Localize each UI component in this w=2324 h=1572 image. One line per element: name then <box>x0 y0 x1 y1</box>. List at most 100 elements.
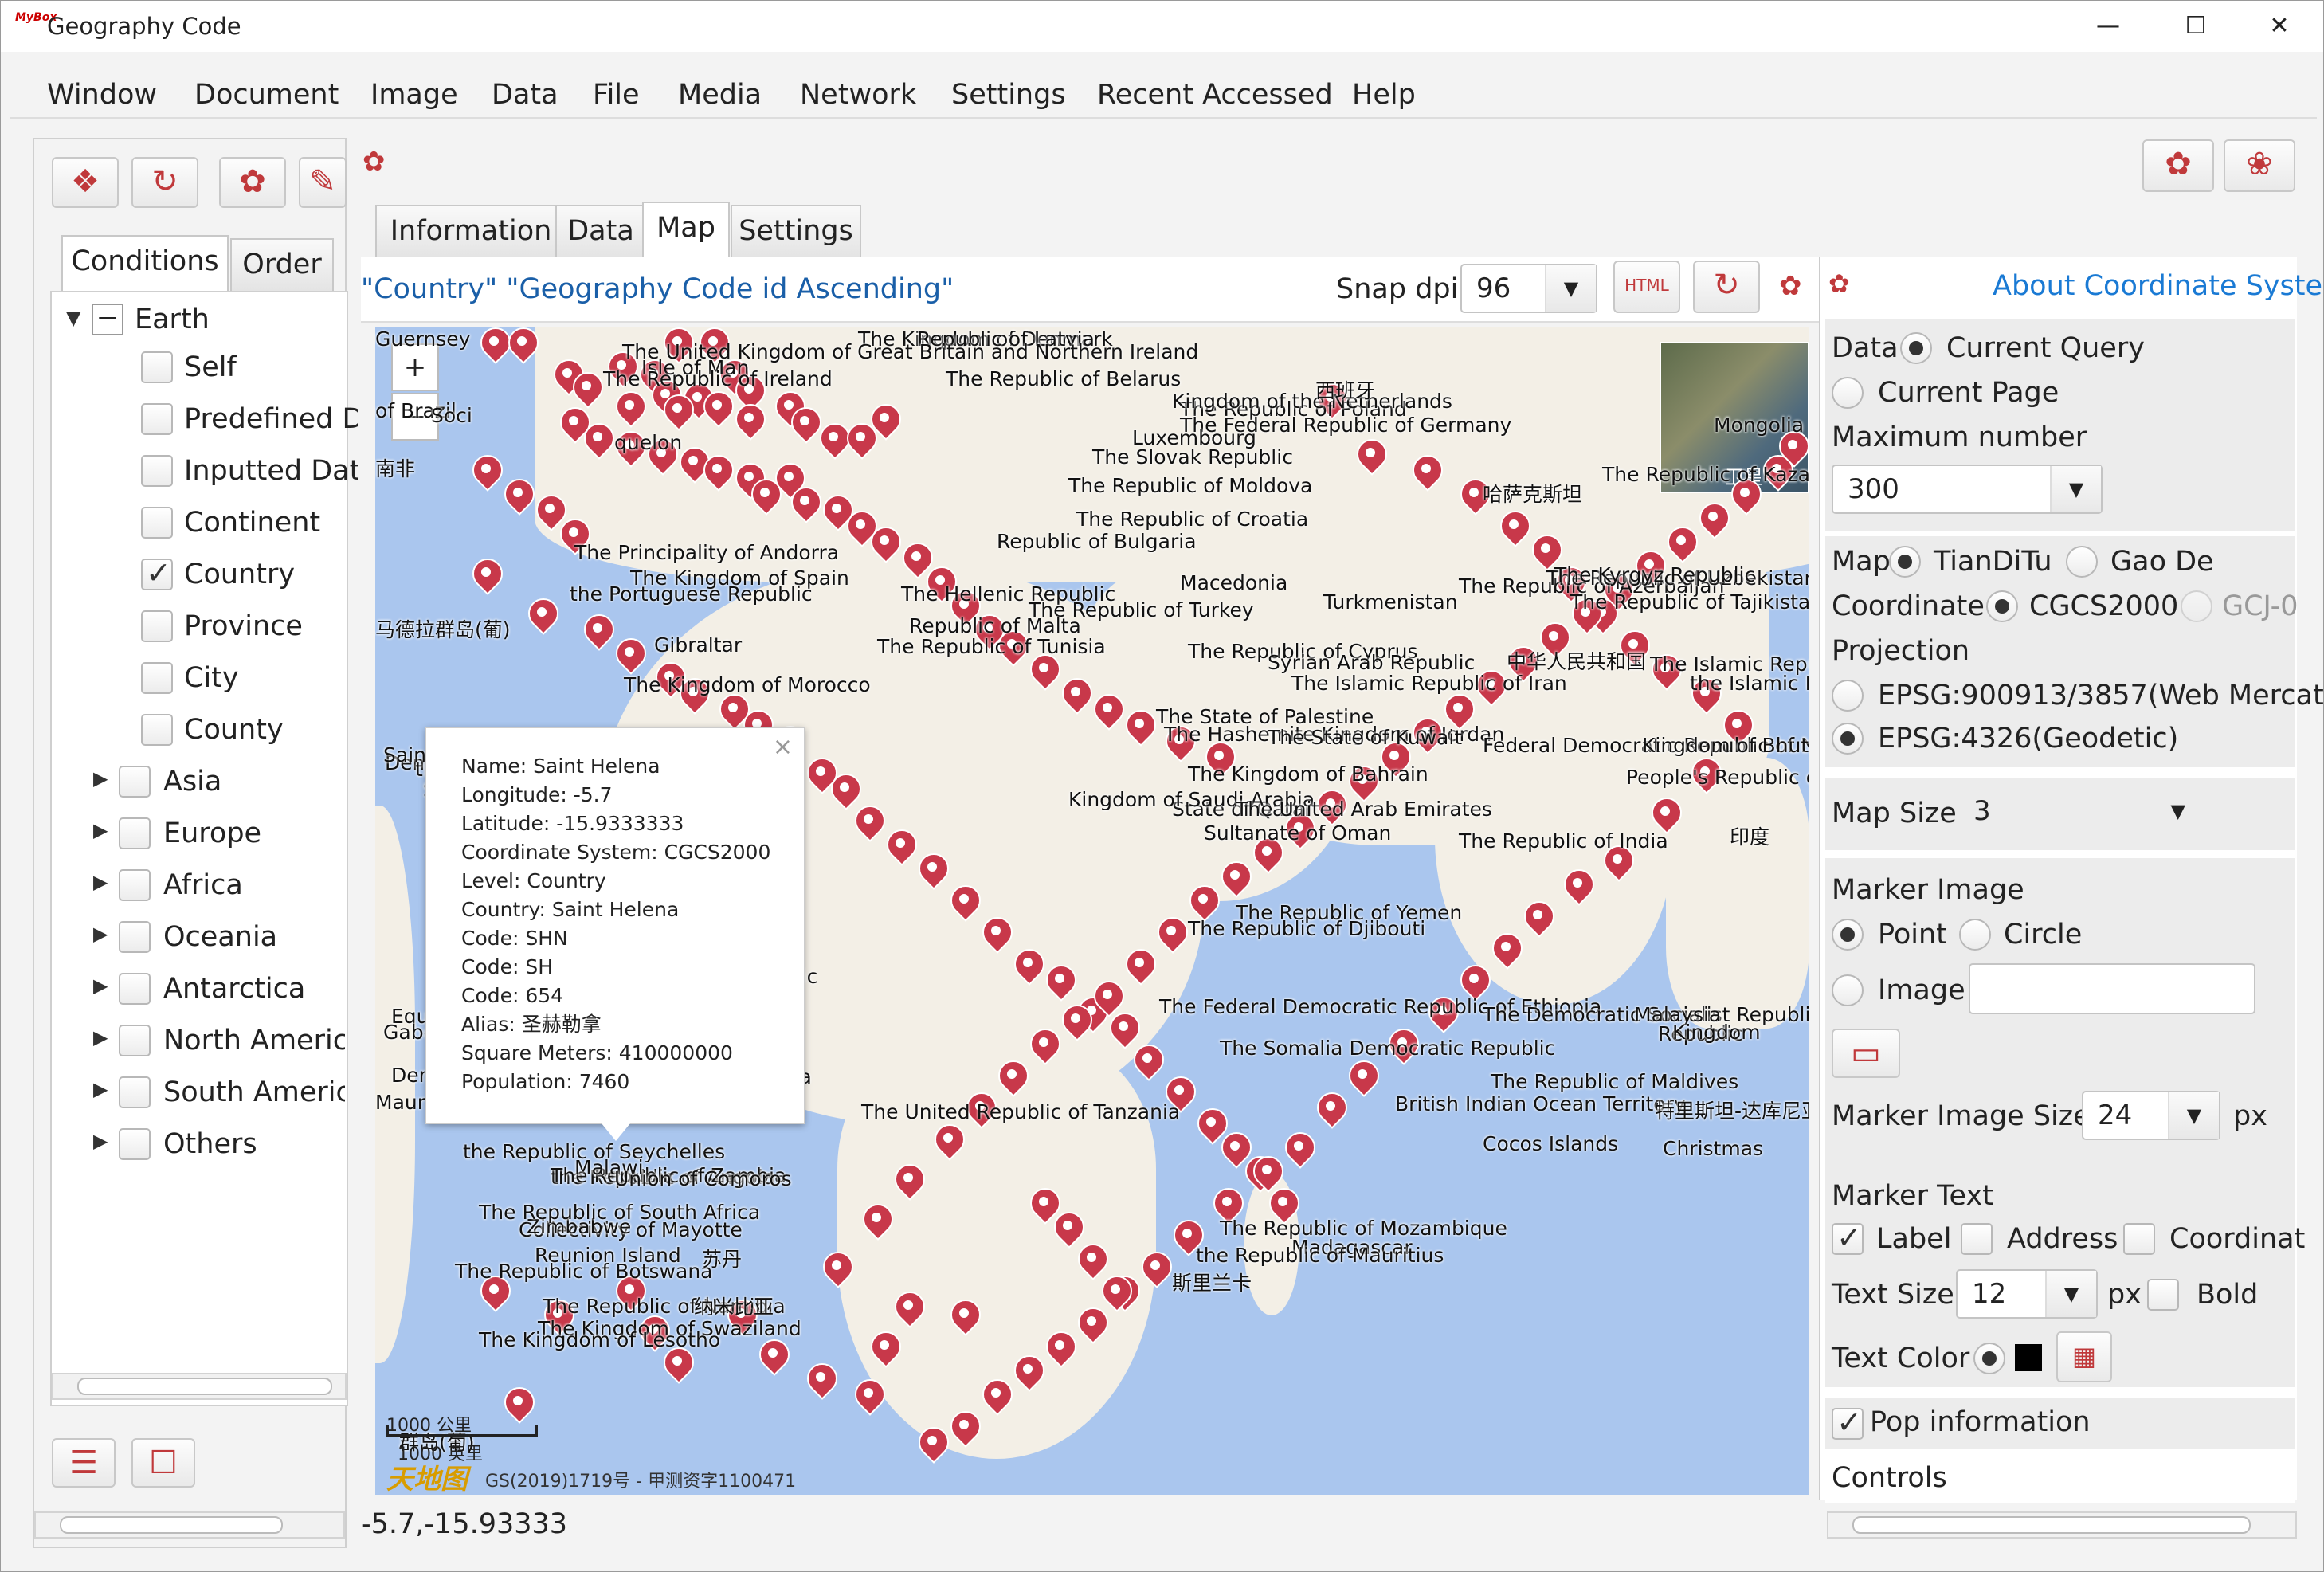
others-checkbox[interactable] <box>119 1128 151 1160</box>
menu-settings[interactable]: Settings <box>951 77 1066 112</box>
location-marker-icon[interactable] <box>861 1204 892 1244</box>
menu-data[interactable]: Data <box>492 77 558 112</box>
tianditu-radio[interactable] <box>1889 546 1921 578</box>
europe-checkbox[interactable] <box>119 817 151 849</box>
location-marker-icon[interactable] <box>805 1363 836 1403</box>
current-query-radio[interactable] <box>1900 332 1932 364</box>
location-marker-icon[interactable] <box>1140 1252 1170 1292</box>
maximize-button[interactable]: ☐ <box>2152 1 2240 52</box>
location-marker-icon[interactable] <box>702 455 732 495</box>
expand-arrow-icon[interactable]: ▶ <box>93 1078 108 1100</box>
location-marker-icon[interactable] <box>758 1339 788 1379</box>
location-marker-icon[interactable] <box>885 829 915 869</box>
location-marker-icon[interactable] <box>1355 439 1385 479</box>
tree-h-scrollbar[interactable] <box>52 1373 347 1400</box>
location-marker-icon[interactable] <box>527 598 557 638</box>
location-marker-icon[interactable] <box>571 372 602 412</box>
africa-checkbox[interactable] <box>119 869 151 901</box>
location-marker-icon[interactable] <box>893 1292 923 1331</box>
location-marker-icon[interactable] <box>471 455 501 495</box>
about-coordinate-link[interactable]: About Coordinate Syste <box>1993 269 2322 304</box>
location-marker-icon[interactable] <box>1044 1331 1075 1371</box>
location-marker-icon[interactable] <box>818 423 848 463</box>
popup-close-button[interactable]: × <box>773 733 793 762</box>
expand-arrow-icon[interactable]: ▶ <box>93 819 108 841</box>
tab-settings[interactable]: Settings <box>731 205 861 257</box>
coordinate-checkbox[interactable] <box>2123 1223 2155 1255</box>
refresh-map-icon[interactable]: ↻ <box>1693 261 1760 313</box>
expand-arrow-icon[interactable]: ▶ <box>93 767 108 790</box>
select-none-icon[interactable]: ☐ <box>131 1438 195 1488</box>
location-marker-icon[interactable] <box>662 394 692 434</box>
location-marker-icon[interactable] <box>582 614 613 654</box>
image-radio[interactable] <box>1832 974 1864 1006</box>
location-marker-icon[interactable] <box>1029 1029 1059 1068</box>
minimize-button[interactable]: — <box>2064 1 2152 52</box>
self-checkbox[interactable] <box>141 351 173 383</box>
location-marker-icon[interactable] <box>821 1252 852 1292</box>
folder-icon[interactable]: ▭ <box>1832 1029 1900 1078</box>
inputted-checkbox[interactable] <box>141 455 173 487</box>
epsg-3857-radio[interactable] <box>1832 680 1864 712</box>
location-marker-icon[interactable] <box>949 885 979 925</box>
tab-conditions[interactable]: Conditions <box>61 235 229 291</box>
lotus-small-icon[interactable]: ✿ <box>1779 270 1802 302</box>
cgcs2000-radio[interactable] <box>1986 590 2018 622</box>
lotus-dark-icon[interactable]: ✿ <box>2142 139 2214 192</box>
location-marker-icon[interactable] <box>790 487 820 527</box>
location-marker-icon[interactable] <box>981 917 1011 957</box>
lotus-small-icon[interactable]: ✿ <box>363 146 386 178</box>
text-color-radio[interactable] <box>1973 1343 2005 1374</box>
location-marker-icon[interactable] <box>734 404 764 444</box>
location-marker-icon[interactable] <box>1013 1355 1043 1395</box>
gaode-radio[interactable] <box>2066 546 2098 578</box>
location-marker-icon[interactable] <box>1411 455 1441 495</box>
close-button[interactable]: ✕ <box>2236 1 2323 52</box>
location-marker-icon[interactable] <box>479 327 509 367</box>
expand-arrow-icon[interactable]: ▶ <box>93 1026 108 1049</box>
expand-arrow-icon[interactable]: ▶ <box>93 923 108 945</box>
menu-image[interactable]: Image <box>370 77 458 112</box>
location-marker-icon[interactable] <box>1156 917 1186 957</box>
location-marker-icon[interactable] <box>1100 1276 1131 1315</box>
menu-recent-accessed[interactable]: Recent Accessed <box>1097 77 1333 112</box>
location-marker-icon[interactable] <box>1562 869 1593 909</box>
north-america-checkbox[interactable] <box>119 1025 151 1056</box>
circle-radio[interactable] <box>1959 919 1991 951</box>
expand-arrow-icon[interactable]: ▶ <box>93 974 108 997</box>
location-marker-icon[interactable] <box>1666 527 1696 566</box>
location-marker-icon[interactable] <box>471 559 501 598</box>
html-export-icon[interactable]: HTML <box>1613 261 1680 313</box>
collapse-arrow-icon[interactable]: ▼ <box>66 307 80 329</box>
location-marker-icon[interactable] <box>869 1331 899 1371</box>
location-marker-icon[interactable] <box>702 391 732 431</box>
lotus-icon[interactable]: ✿ <box>219 157 286 208</box>
location-marker-icon[interactable] <box>1060 678 1091 718</box>
location-marker-icon[interactable] <box>933 1124 963 1164</box>
bold-checkbox[interactable] <box>2147 1279 2179 1311</box>
tab-information[interactable]: Information <box>375 205 566 257</box>
map-size-select[interactable]: 3 ▼ <box>1959 788 2214 837</box>
location-marker-icon[interactable] <box>1283 1132 1314 1172</box>
expand-arrow-icon[interactable]: ▶ <box>93 1130 108 1152</box>
location-marker-icon[interactable] <box>503 1387 533 1427</box>
marker-size-select[interactable]: 24 ▼ <box>2082 1091 2220 1140</box>
refresh-icon[interactable]: ↻ <box>131 157 198 208</box>
zoom-in-button[interactable]: + <box>391 343 439 391</box>
predefined-checkbox[interactable] <box>141 403 173 435</box>
location-marker-icon[interactable] <box>1315 1092 1346 1132</box>
oceania-checkbox[interactable] <box>119 921 151 953</box>
location-marker-icon[interactable] <box>1013 949 1043 989</box>
location-marker-icon[interactable] <box>1491 933 1521 973</box>
address-checkbox[interactable] <box>1961 1223 1993 1255</box>
map-view[interactable]: 卫星 + − The Kingdom of Denmark Republic of… <box>375 327 1809 1495</box>
continent-checkbox[interactable] <box>141 507 173 539</box>
location-marker-icon[interactable] <box>1092 694 1123 734</box>
lotus-light-icon[interactable]: ❀ <box>2224 139 2295 192</box>
tab-data[interactable]: Data <box>555 205 646 257</box>
text-size-select[interactable]: 12 ▼ <box>1956 1269 2098 1319</box>
menu-network[interactable]: Network <box>800 77 916 112</box>
label-checkbox[interactable] <box>1832 1220 1864 1255</box>
location-marker-icon[interactable] <box>917 853 947 893</box>
location-marker-icon[interactable] <box>997 1060 1027 1100</box>
